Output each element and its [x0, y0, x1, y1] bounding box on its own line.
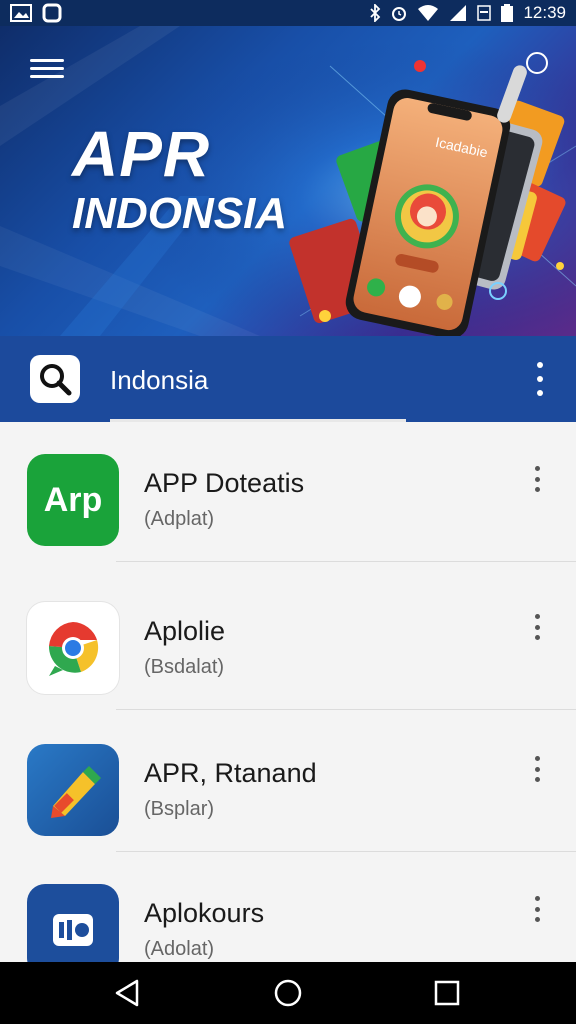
arp-green-icon: Arp — [27, 454, 119, 546]
recents-icon — [434, 980, 460, 1006]
more-dot — [537, 390, 543, 396]
app-name: APP Doteatis — [144, 468, 305, 498]
data-saver-icon — [477, 5, 492, 21]
app-list: Arp APP Doteatis (Adplat) Aplolie (Bsdal… — [0, 422, 576, 962]
hero-title-line2: INDONSIA — [72, 189, 288, 238]
divider — [116, 561, 576, 562]
hamburger-line — [30, 67, 64, 70]
item-more-button[interactable] — [532, 614, 542, 640]
hero-title: APR INDONSIA — [72, 122, 287, 236]
search-button[interactable] — [30, 355, 80, 403]
chrome-chat-icon — [27, 602, 119, 694]
item-more-button[interactable] — [532, 896, 542, 922]
home-button[interactable] — [271, 976, 305, 1010]
list-item[interactable]: APR, Rtanand (Bsplar) — [0, 712, 576, 852]
item-more-button[interactable] — [532, 756, 542, 782]
pencil-app-icon — [27, 744, 119, 836]
gallery-notification-icon — [10, 4, 32, 22]
list-item[interactable]: Aplokours (Adolat) — [0, 852, 576, 962]
app-subtitle: (Bsdalat) — [144, 656, 225, 678]
divider — [116, 709, 576, 710]
search-input[interactable]: Indonsia — [110, 360, 406, 400]
app-name: APR, Rtanand — [144, 758, 317, 788]
wifi-icon — [417, 5, 439, 21]
info-icon[interactable] — [526, 52, 548, 74]
signal-icon — [449, 5, 467, 21]
bluetooth-icon — [369, 4, 381, 22]
more-vert-icon — [537, 362, 543, 368]
home-icon — [274, 979, 302, 1007]
overflow-menu-button[interactable] — [530, 362, 550, 396]
app-subtitle: (Bsplar) — [144, 798, 215, 820]
hamburger-line — [30, 75, 64, 78]
app-name: Aplokours — [144, 898, 265, 928]
status-time: 12:39 — [523, 3, 566, 22]
hero-banner: Icadabie APR INDONSIA — [0, 26, 576, 336]
hamburger-icon — [30, 59, 64, 62]
search-icon — [40, 364, 72, 396]
alarm-icon — [391, 4, 407, 22]
back-button[interactable] — [110, 976, 144, 1010]
search-bar: Indonsia — [0, 336, 576, 422]
status-bar: 12:39 — [0, 0, 576, 26]
system-nav-bar — [0, 962, 576, 1024]
app-notification-icon — [42, 3, 62, 23]
battery-icon — [501, 4, 514, 22]
list-item[interactable]: Aplolie (Bsdalat) — [0, 570, 576, 710]
app-name: Aplolie — [144, 616, 226, 646]
list-item[interactable]: Arp APP Doteatis (Adplat) — [0, 422, 576, 562]
app-subtitle: (Adplat) — [144, 508, 215, 530]
more-dot — [537, 376, 543, 382]
menu-button[interactable] — [30, 54, 64, 82]
outlook-style-icon — [27, 884, 119, 962]
app-subtitle: (Adolat) — [144, 938, 215, 960]
back-icon — [115, 979, 139, 1007]
item-more-button[interactable] — [532, 466, 542, 492]
recents-button[interactable] — [430, 976, 464, 1010]
app-icon-text: Arp — [43, 480, 103, 519]
hero-title-line1: APR — [72, 118, 211, 190]
